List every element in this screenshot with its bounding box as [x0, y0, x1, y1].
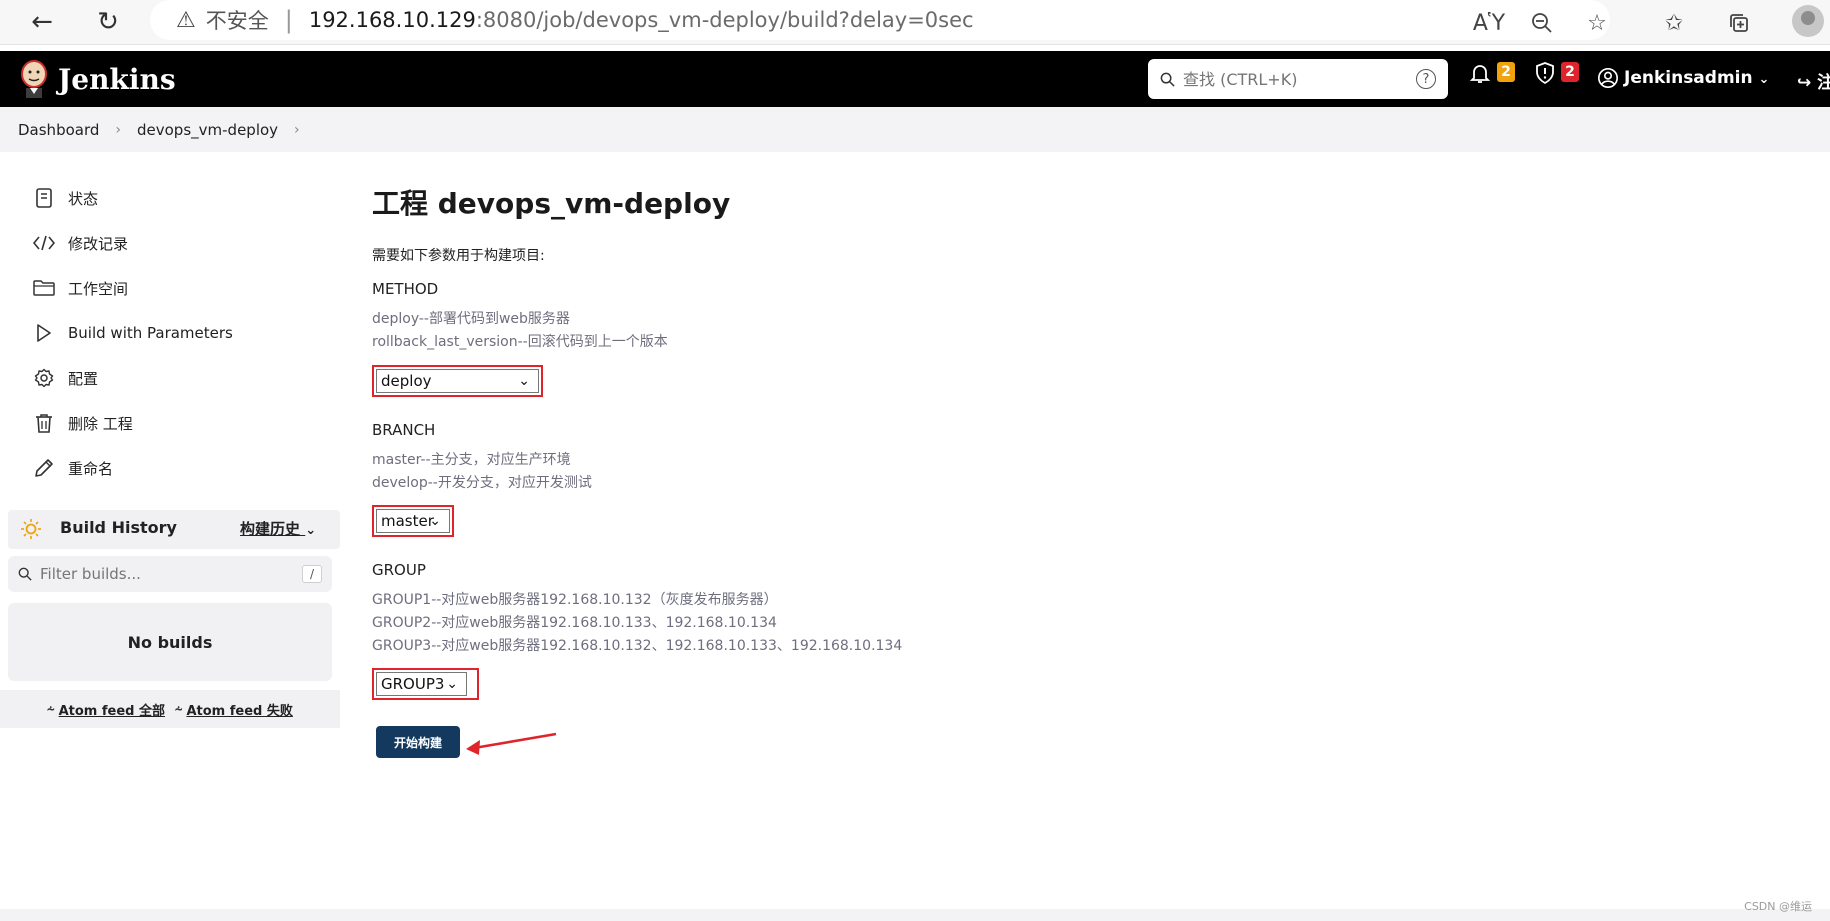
sidebar-item-changes[interactable]: 修改记录 — [30, 229, 128, 257]
param-desc-method: deploy--部署代码到web服务器 rollback_last_versio… — [372, 311, 668, 350]
user-menu[interactable]: Jenkinsadmin ⌄ — [1624, 68, 1769, 88]
reload-icon[interactable]: ↻ — [90, 4, 126, 40]
trash-icon — [30, 413, 58, 433]
play-icon — [30, 324, 58, 342]
chevron-down-icon: ⌄ — [429, 513, 441, 529]
sun-icon — [21, 519, 41, 539]
add-favorite-icon[interactable]: ☆ — [1580, 6, 1614, 40]
insecure-label: 不安全 — [205, 9, 269, 33]
warning-icon: ⚠ — [176, 7, 196, 33]
url-host: 192.168.10.129 — [308, 8, 476, 32]
sidebar-item-delete-project[interactable]: 删除 工程 — [30, 409, 133, 437]
profile-avatar[interactable] — [1792, 5, 1824, 37]
jenkins-brand[interactable]: Jenkins — [58, 63, 176, 96]
group-select[interactable]: GROUP3 ⌄ — [376, 672, 467, 696]
sidebar-item-configure[interactable]: 配置 — [30, 364, 98, 392]
method-select-highlight: deploy ⌄ — [372, 365, 543, 397]
page-footer — [0, 909, 1830, 921]
logout-link[interactable]: ↪ 注销 — [1797, 68, 1830, 93]
read-aloud-icon[interactable]: AὙ — [1472, 6, 1506, 40]
folder-icon — [30, 279, 58, 297]
annotation-arrow-icon — [466, 732, 557, 755]
browser-toolbar: ← ↻ ⚠ 不安全 | 192.168.10.129:8080/job/devo… — [0, 0, 1830, 45]
chevron-down-icon: ⌄ — [1758, 72, 1770, 87]
sidebar-item-build-with-parameters[interactable]: Build with Parameters — [30, 319, 233, 347]
notifications-badge[interactable]: 2 — [1497, 62, 1515, 82]
user-icon[interactable] — [1597, 67, 1619, 89]
address-bar[interactable]: ⚠ 不安全 | 192.168.10.129:8080/job/devops_v… — [150, 0, 1610, 40]
page-title: 工程 devops_vm-deploy — [372, 187, 731, 220]
search-icon — [18, 567, 32, 581]
logout-icon: ↪ — [1797, 73, 1812, 93]
method-select[interactable]: deploy ⌄ — [376, 369, 539, 393]
build-history-link[interactable]: 构建历史 ⌄ — [240, 518, 316, 539]
sidebar-item-rename[interactable]: 重命名 — [30, 454, 113, 482]
breadcrumb-dashboard[interactable]: Dashboard — [18, 121, 99, 139]
atom-feeds: ⸞ Atom feed 全部 ⸞ Atom feed 失败 — [0, 690, 340, 728]
collections-icon[interactable] — [1722, 6, 1756, 40]
search-input[interactable] — [1183, 69, 1393, 89]
param-name-group: GROUP — [372, 561, 426, 579]
atom-feed-all-link[interactable]: Atom feed 全部 — [59, 700, 165, 719]
chevron-right-icon[interactable]: › — [294, 122, 300, 138]
sidebar-item-status[interactable]: 状态 — [30, 184, 98, 212]
bell-icon[interactable] — [1468, 61, 1492, 85]
jenkins-header: Jenkins ? 2 2 Jenkinsadmin ⌄ ↪ 注销 — [0, 51, 1830, 107]
rss-icon: ⸞ — [47, 703, 55, 718]
pencil-icon — [30, 458, 58, 478]
group-select-highlight: GROUP3 ⌄ — [372, 668, 479, 700]
gear-icon — [30, 368, 58, 388]
code-icon — [30, 235, 58, 251]
watermark: CSDN @维运 — [1744, 900, 1812, 913]
params-intro: 需要如下参数用于构建项目: — [372, 248, 545, 264]
url-path: :8080/job/devops_vm-deploy/build?delay=0… — [475, 8, 974, 32]
search-box[interactable]: ? — [1148, 59, 1448, 99]
param-name-branch: BRANCH — [372, 421, 436, 439]
back-icon[interactable]: ← — [24, 4, 60, 40]
zoom-out-icon[interactable] — [1525, 6, 1559, 40]
breadcrumb: Dashboard › devops_vm-deploy › — [0, 107, 1830, 152]
chevron-down-icon: ⌄ — [305, 523, 317, 538]
chevron-down-icon: ⌄ — [518, 373, 530, 389]
chevron-down-icon: ⌄ — [446, 676, 458, 692]
security-badge[interactable]: 2 — [1561, 62, 1579, 82]
sidebar-item-workspace[interactable]: 工作空间 — [30, 274, 128, 302]
shield-icon[interactable] — [1533, 61, 1557, 85]
jenkins-logo-icon[interactable] — [18, 59, 50, 99]
param-desc-group: GROUP1--对应web服务器192.168.10.132（灰度发布服务器） … — [372, 592, 903, 654]
atom-feed-failed-link[interactable]: Atom feed 失败 — [186, 700, 292, 719]
rss-icon: ⸞ — [175, 703, 183, 718]
branch-select[interactable]: master ⌄ — [376, 509, 450, 533]
filter-builds[interactable]: / — [8, 556, 332, 592]
breadcrumb-job[interactable]: devops_vm-deploy — [137, 121, 278, 139]
search-icon — [1160, 72, 1175, 87]
filter-builds-input[interactable] — [40, 565, 290, 583]
build-history-title: Build History — [60, 518, 177, 537]
shortcut-hint: / — [302, 565, 322, 583]
build-history-header: Build History 构建历史 ⌄ — [8, 510, 340, 549]
param-name-method: METHOD — [372, 280, 439, 298]
chevron-right-icon: › — [115, 121, 121, 138]
no-builds-message: No builds — [8, 603, 332, 681]
document-icon — [30, 188, 58, 208]
branch-select-highlight: master ⌄ — [372, 505, 454, 537]
favorites-icon[interactable]: ✩ — [1657, 6, 1691, 40]
help-icon[interactable]: ? — [1416, 69, 1436, 89]
start-build-button[interactable]: 开始构建 — [376, 726, 460, 758]
param-desc-branch: master--主分支，对应生产环境 develop--开发分支，对应开发测试 — [372, 452, 592, 491]
